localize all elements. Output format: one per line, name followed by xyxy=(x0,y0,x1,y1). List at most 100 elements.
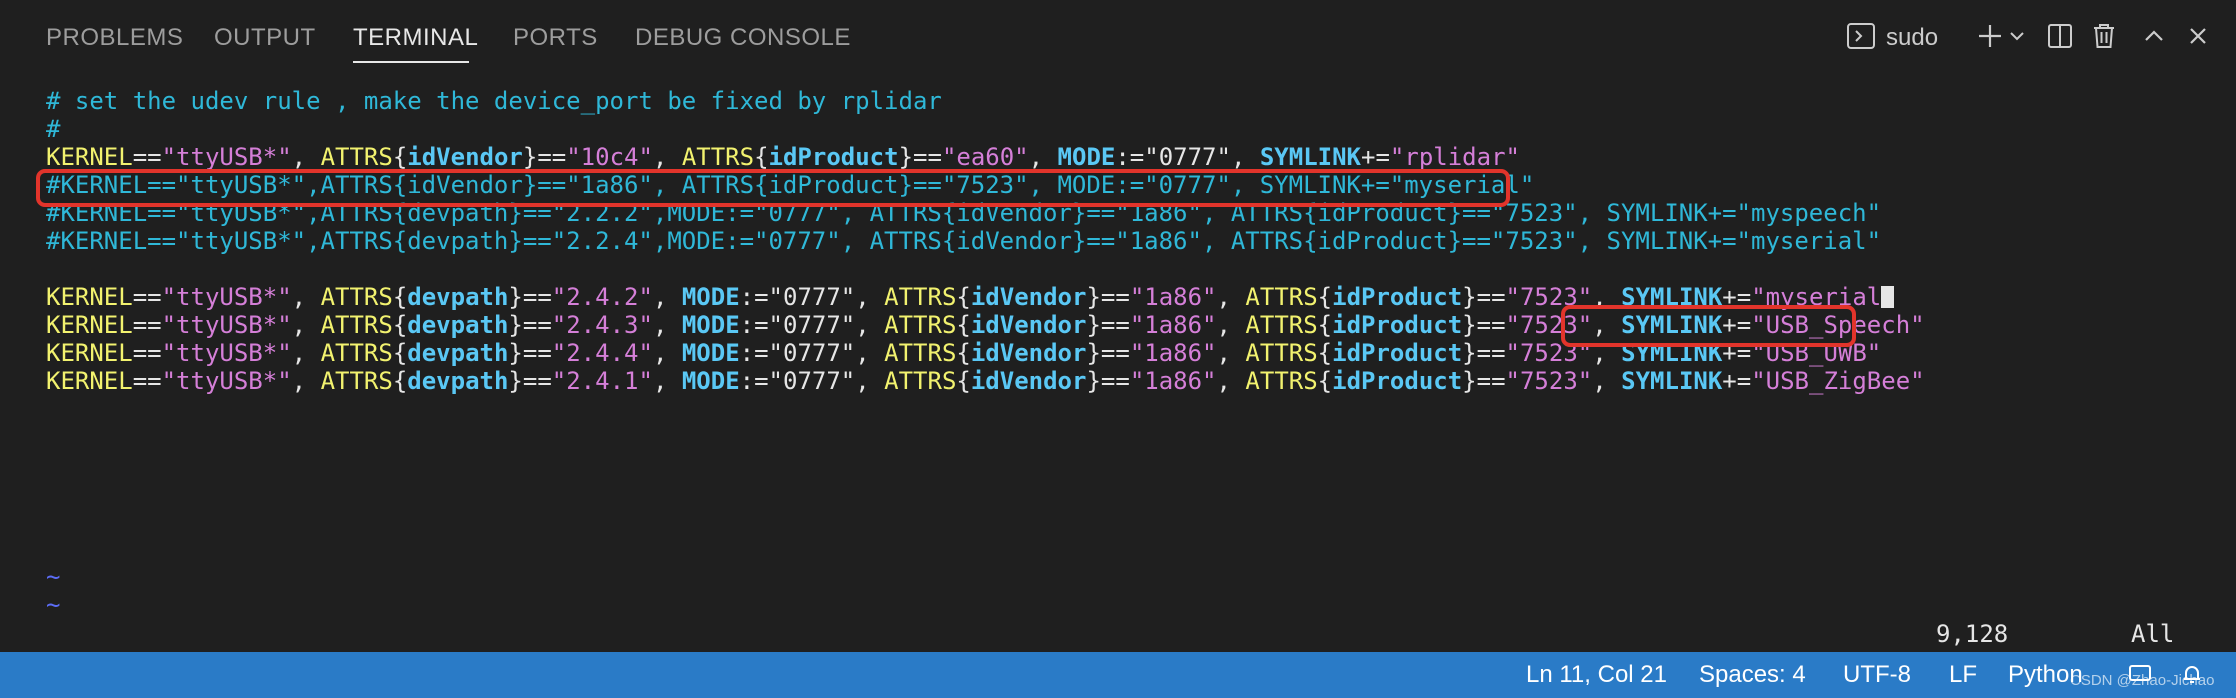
code-token: ATTRS xyxy=(1245,339,1318,367)
code-token: SYMLINK xyxy=(1621,367,1723,395)
code-token: "1a86" xyxy=(1129,339,1217,367)
code-token: } xyxy=(1462,339,1477,367)
code-token: ATTRS xyxy=(1245,311,1318,339)
tab-debug-console[interactable]: DEBUG CONSOLE xyxy=(635,24,851,52)
status-indentation[interactable]: Spaces: 4 xyxy=(1699,661,1806,689)
terminal-line-commented-myserial-2: #KERNEL=="ttyUSB*",ATTRS{devpath}=="2.2.… xyxy=(46,227,1882,255)
panel-tab-bar: PROBLEMS OUTPUT TERMINAL PORTS DEBUG CON… xyxy=(0,0,2236,78)
code-token: idVendor xyxy=(970,311,1087,339)
split-terminal-button[interactable] xyxy=(2042,18,2078,58)
code-token: "1a86" xyxy=(1129,367,1217,395)
code-token: "2.4.3" xyxy=(551,311,653,339)
code-token: == xyxy=(132,339,162,367)
code-token: , xyxy=(652,339,682,367)
terminal-line-comment-2: # xyxy=(46,115,61,143)
terminal-output[interactable]: # set the udev rule , make the device_po… xyxy=(0,78,2236,652)
code-token: == xyxy=(1476,283,1506,311)
watermark: CSDN @Zhao-Jichao xyxy=(2070,672,2215,689)
code-token: "ttyUSB*" xyxy=(161,339,292,367)
close-panel-button[interactable] xyxy=(2180,18,2216,58)
code-token: == xyxy=(1100,311,1130,339)
code-token: , xyxy=(652,143,682,171)
code-token: { xyxy=(392,283,408,311)
code-token: { xyxy=(392,339,408,367)
code-token: } xyxy=(1086,311,1101,339)
tab-terminal[interactable]: TERMINAL xyxy=(353,24,478,52)
code-token: } xyxy=(508,283,523,311)
code-token: "ttyUSB*" xyxy=(161,143,292,171)
code-token: "2.4.4" xyxy=(551,339,653,367)
code-token: "0777" xyxy=(768,283,856,311)
code-token: == xyxy=(913,143,942,171)
code-token: idProduct xyxy=(1332,367,1463,395)
status-eol[interactable]: LF xyxy=(1949,661,1977,689)
code-token: "2.4.1" xyxy=(551,367,653,395)
code-token: idProduct xyxy=(1332,283,1463,311)
code-token: ATTRS xyxy=(320,339,393,367)
chevron-down-icon xyxy=(2009,28,2025,49)
status-encoding[interactable]: UTF-8 xyxy=(1843,661,1911,689)
code-token: { xyxy=(956,339,971,367)
code-token: KERNEL xyxy=(46,311,133,339)
code-token: { xyxy=(392,367,408,395)
code-token: == xyxy=(132,311,162,339)
code-token: , xyxy=(1216,339,1246,367)
code-token: devpath xyxy=(407,339,509,367)
tab-ports[interactable]: PORTS xyxy=(513,24,598,52)
terminal-profile-dropdown[interactable] xyxy=(2006,18,2028,58)
terminal-line-rule-usb-zigbee: KERNEL=="ttyUSB*", ATTRS{devpath}=="2.4.… xyxy=(46,367,1925,395)
vim-empty-line-marker: ~ xyxy=(46,591,61,619)
tab-problems[interactable]: PROBLEMS xyxy=(46,24,183,52)
code-token: , xyxy=(652,283,682,311)
vim-empty-line-marker: ~ xyxy=(46,563,61,591)
code-token: idVendor xyxy=(970,367,1087,395)
code-token: == xyxy=(522,283,552,311)
code-token: , xyxy=(1230,143,1260,171)
code-token: MODE xyxy=(681,339,740,367)
code-token: } xyxy=(1086,283,1101,311)
code-token: ATTRS xyxy=(884,311,957,339)
code-token: ATTRS xyxy=(681,143,755,171)
code-token: += xyxy=(1722,367,1752,395)
code-token: { xyxy=(956,367,971,395)
maximize-panel-button[interactable] xyxy=(2136,18,2172,58)
split-icon xyxy=(2047,23,2073,54)
code-token: == xyxy=(1476,339,1506,367)
code-token: } xyxy=(508,311,523,339)
code-token: idProduct xyxy=(768,143,899,171)
code-token: ATTRS xyxy=(884,339,957,367)
code-token: , xyxy=(291,367,321,395)
code-token: MODE xyxy=(681,367,740,395)
code-token: "0777" xyxy=(1144,143,1231,171)
code-token: } xyxy=(1086,339,1101,367)
code-token: { xyxy=(392,311,408,339)
code-token: := xyxy=(739,367,769,395)
terminal-selector[interactable]: sudo xyxy=(1846,18,1976,58)
code-token: { xyxy=(1317,339,1333,367)
code-token: ATTRS xyxy=(884,283,957,311)
code-token: "2.4.2" xyxy=(551,283,653,311)
code-token: ATTRS xyxy=(320,367,393,395)
kill-terminal-button[interactable] xyxy=(2086,18,2122,58)
active-tab-indicator xyxy=(353,61,469,63)
code-token: "ttyUSB*" xyxy=(161,367,292,395)
chevron-up-icon xyxy=(2143,25,2165,52)
tab-output[interactable]: OUTPUT xyxy=(214,24,316,52)
status-cursor-position[interactable]: Ln 11, Col 21 xyxy=(1526,661,1667,689)
code-token: MODE xyxy=(681,283,740,311)
status-bar: Ln 11, Col 21 Spaces: 4 UTF-8 LF Python xyxy=(0,652,2236,698)
code-token: { xyxy=(956,283,971,311)
code-token: devpath xyxy=(407,311,509,339)
code-token: , xyxy=(1028,143,1058,171)
code-token: "ttyUSB*" xyxy=(161,311,292,339)
code-token: "USB_ZigBee" xyxy=(1751,367,1925,395)
code-token: ATTRS xyxy=(884,367,957,395)
code-token: "0777" xyxy=(768,367,856,395)
trash-icon xyxy=(2091,22,2117,55)
code-token: , xyxy=(291,339,321,367)
vim-cursor-position: 9,128 xyxy=(1936,620,2009,648)
code-token: , xyxy=(1216,311,1246,339)
new-terminal-button[interactable] xyxy=(1972,18,2008,58)
code-token: == xyxy=(522,367,552,395)
code-token: ATTRS xyxy=(1245,283,1318,311)
